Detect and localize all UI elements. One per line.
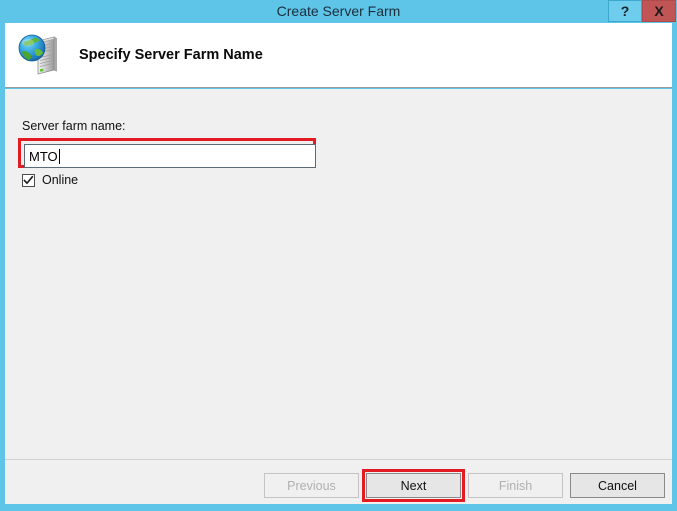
page-title: Specify Server Farm Name xyxy=(79,47,263,63)
server-farm-name-label: Server farm name: xyxy=(22,119,126,133)
web-server-icon xyxy=(16,29,64,77)
next-button[interactable]: Next xyxy=(366,473,461,498)
window-title: Create Server Farm xyxy=(276,3,401,19)
dialog-button-row: Previous Next Finish Cancel xyxy=(264,469,665,502)
cancel-button-wrap: Cancel xyxy=(570,473,665,498)
dialog-body: Server farm name: MTO Online xyxy=(5,89,672,459)
previous-button[interactable]: Previous xyxy=(264,473,359,498)
cancel-button[interactable]: Cancel xyxy=(570,473,665,498)
next-button-highlight: Next xyxy=(362,469,465,502)
dialog-footer: Previous Next Finish Cancel xyxy=(5,459,672,504)
online-checkbox[interactable] xyxy=(22,173,35,187)
close-button[interactable]: X xyxy=(642,0,676,22)
title-bar: Create Server Farm ? X xyxy=(0,0,677,23)
finish-button[interactable]: Finish xyxy=(468,473,563,498)
server-farm-name-highlight: MTO xyxy=(18,138,316,168)
server-farm-name-value: MTO xyxy=(29,148,58,164)
online-checkbox-row[interactable]: Online xyxy=(22,173,78,187)
text-caret xyxy=(58,148,60,164)
help-button[interactable]: ? xyxy=(608,0,642,22)
create-server-farm-dialog: Create Server Farm ? X Specify Server Fa… xyxy=(0,0,677,511)
title-bar-buttons: ? X xyxy=(608,0,676,23)
previous-button-wrap: Previous xyxy=(264,473,359,498)
dialog-header: Specify Server Farm Name xyxy=(5,23,672,88)
checkmark-icon xyxy=(23,175,34,184)
server-farm-name-input[interactable]: MTO xyxy=(24,144,316,168)
finish-button-wrap: Finish xyxy=(468,473,563,498)
online-checkbox-label: Online xyxy=(42,173,79,187)
